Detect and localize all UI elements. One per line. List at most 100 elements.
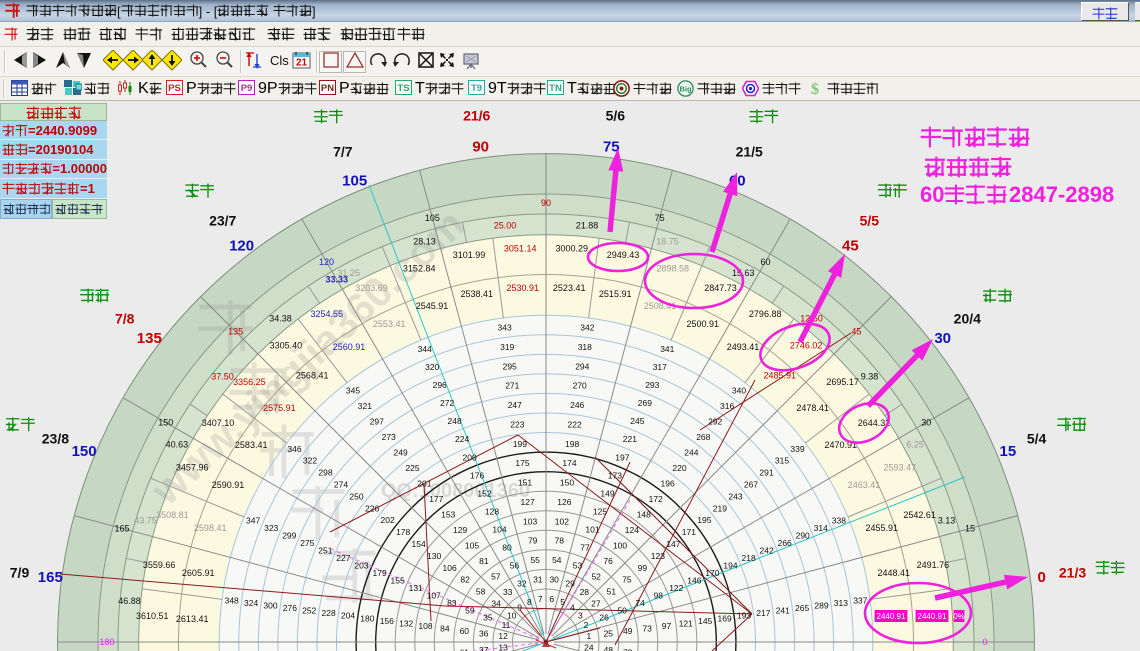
svg-text:30: 30 (934, 330, 951, 347)
svg-text:9.38: 9.38 (861, 372, 879, 382)
svg-text:271: 271 (505, 381, 519, 391)
svg-text:145: 145 (698, 616, 712, 626)
svg-text:60: 60 (760, 257, 770, 267)
svg-text:40.63: 40.63 (166, 440, 189, 450)
svg-text:2: 2 (584, 620, 589, 630)
svg-text:150: 150 (72, 443, 97, 460)
svg-text:60: 60 (460, 626, 470, 636)
svg-text:135: 135 (137, 330, 162, 347)
svg-text:266: 266 (778, 538, 792, 548)
svg-text:250: 250 (349, 491, 363, 501)
svg-text:129: 129 (453, 525, 467, 535)
svg-text:2598.41: 2598.41 (194, 523, 227, 533)
svg-text:29: 29 (565, 579, 575, 589)
svg-text:3559.66: 3559.66 (143, 560, 176, 570)
svg-text:221: 221 (623, 434, 637, 444)
svg-text:75: 75 (622, 575, 632, 585)
svg-text:2568.41: 2568.41 (296, 370, 329, 380)
svg-text:28.13: 28.13 (413, 237, 436, 247)
svg-text:130: 130 (427, 551, 441, 561)
svg-text:149: 149 (600, 488, 614, 498)
svg-text:194: 194 (723, 560, 737, 570)
svg-text:320: 320 (425, 362, 439, 372)
svg-text:0%: 0% (953, 612, 965, 621)
svg-text:147: 147 (666, 539, 680, 549)
svg-text:103: 103 (523, 516, 537, 526)
svg-text:123: 123 (651, 551, 665, 561)
svg-text:225: 225 (405, 463, 419, 473)
svg-text:227: 227 (336, 553, 350, 563)
svg-text:2746.02: 2746.02 (790, 340, 823, 350)
svg-text:3101.99: 3101.99 (453, 250, 486, 260)
svg-text:171: 171 (682, 527, 696, 537)
svg-text:80: 80 (502, 543, 512, 553)
svg-text:52: 52 (591, 571, 601, 581)
svg-text:223: 223 (510, 419, 524, 429)
svg-text:21.88: 21.88 (576, 221, 599, 231)
svg-text:124: 124 (625, 525, 639, 535)
svg-text:81: 81 (479, 556, 489, 566)
svg-text:226: 226 (365, 503, 379, 513)
svg-text:268: 268 (696, 432, 710, 442)
svg-text:28: 28 (580, 587, 590, 597)
svg-text:343: 343 (498, 323, 512, 333)
svg-text:128: 128 (485, 507, 499, 517)
svg-text:174: 174 (562, 458, 576, 468)
svg-text:21: 21 (296, 58, 308, 69)
svg-text:2440.91: 2440.91 (877, 612, 906, 621)
svg-text:3457.96: 3457.96 (176, 463, 209, 473)
svg-text:TS: TS (397, 83, 409, 94)
svg-text:1: 1 (587, 631, 592, 641)
svg-text:20/4: 20/4 (954, 311, 981, 327)
svg-text:2448.41: 2448.41 (878, 568, 911, 578)
svg-text:6: 6 (549, 594, 554, 604)
svg-text:120: 120 (229, 238, 254, 255)
svg-text:228: 228 (322, 608, 336, 618)
svg-text:76: 76 (603, 556, 613, 566)
svg-text:2593.47: 2593.47 (884, 463, 917, 473)
svg-text:2796.88: 2796.88 (749, 309, 782, 319)
svg-text:73: 73 (642, 624, 652, 634)
svg-text:245: 245 (630, 416, 644, 426)
svg-text:314: 314 (814, 523, 828, 533)
svg-text:31: 31 (533, 575, 543, 585)
svg-text:104: 104 (492, 525, 506, 535)
svg-text:24: 24 (584, 643, 594, 651)
svg-text:150: 150 (158, 418, 173, 428)
svg-text:196: 196 (661, 478, 675, 488)
svg-text:165: 165 (38, 569, 63, 586)
svg-text:2575.91: 2575.91 (263, 403, 296, 413)
svg-text:295: 295 (503, 361, 517, 371)
svg-text:108: 108 (418, 621, 432, 631)
svg-text:36: 36 (479, 629, 489, 639)
svg-text:2560.91: 2560.91 (333, 342, 366, 352)
svg-text:60: 60 (920, 182, 944, 207)
svg-text:340: 340 (732, 385, 746, 395)
svg-text:132: 132 (399, 618, 413, 628)
svg-text:170: 170 (705, 568, 719, 578)
svg-text:249: 249 (394, 447, 408, 457)
svg-text:2530.91: 2530.91 (507, 283, 540, 293)
svg-text:120: 120 (319, 257, 334, 267)
svg-text:75: 75 (655, 213, 665, 223)
svg-text:275: 275 (300, 538, 314, 548)
svg-text:121: 121 (679, 618, 693, 628)
svg-text:244: 244 (684, 447, 698, 457)
svg-text:298: 298 (318, 468, 332, 478)
svg-text:3.13: 3.13 (938, 516, 956, 526)
svg-text:21/6: 21/6 (463, 107, 490, 123)
svg-text:251: 251 (318, 545, 332, 555)
svg-text:78: 78 (555, 536, 565, 546)
svg-text:154: 154 (412, 539, 426, 549)
svg-text:77: 77 (580, 543, 590, 553)
svg-text:199: 199 (513, 439, 527, 449)
svg-text:90: 90 (541, 198, 551, 208)
svg-text:290: 290 (796, 531, 810, 541)
svg-text:45: 45 (851, 327, 861, 337)
svg-text:319: 319 (500, 342, 514, 352)
svg-text:2553.41: 2553.41 (373, 319, 406, 329)
svg-text:72: 72 (623, 648, 633, 651)
svg-text:241: 241 (776, 606, 790, 616)
svg-text:PN: PN (321, 83, 334, 94)
svg-text:246: 246 (570, 400, 584, 410)
